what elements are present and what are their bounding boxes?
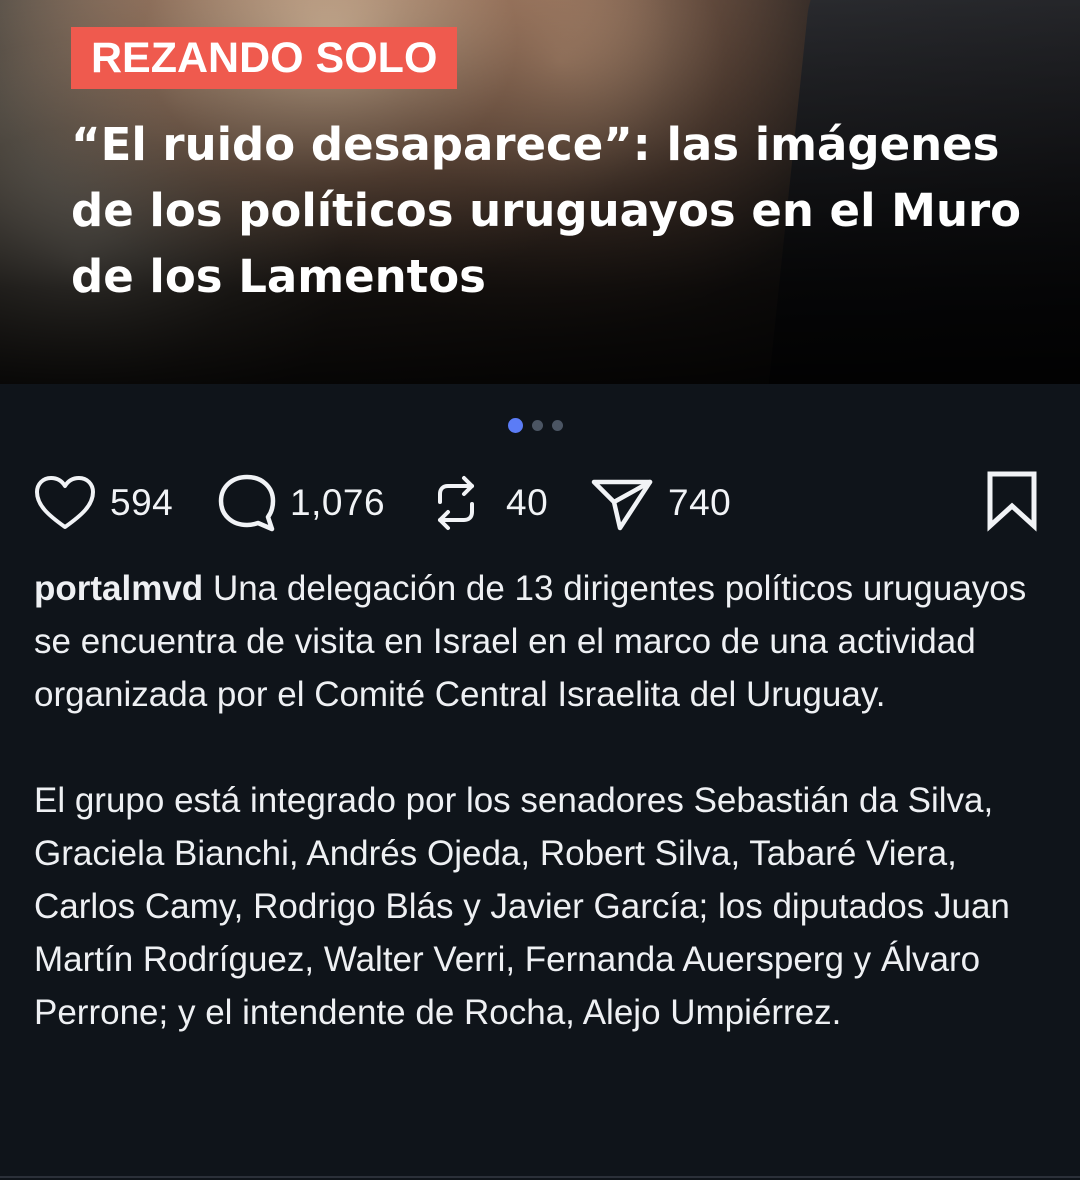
carousel-dot-2[interactable] xyxy=(532,420,543,431)
caption-paragraph-1: portalmvd Una delegación de 13 dirigente… xyxy=(34,562,1054,721)
post-caption: portalmvd Una delegación de 13 dirigente… xyxy=(34,562,1054,1039)
like-count: 594 xyxy=(110,482,174,523)
divider xyxy=(0,1176,1080,1178)
share-count: 740 xyxy=(668,482,732,523)
share-button[interactable]: 740 xyxy=(590,466,731,540)
repost-count: 40 xyxy=(506,482,549,523)
carousel-indicator xyxy=(508,418,563,433)
comment-button[interactable]: 1,076 xyxy=(216,466,385,540)
repost-button[interactable]: 40 xyxy=(430,466,548,540)
comment-icon xyxy=(216,472,278,534)
repost-icon xyxy=(430,472,482,534)
send-icon xyxy=(590,472,654,534)
action-bar: 594 1,076 40 740 xyxy=(34,466,1046,540)
post-image[interactable]: REZANDO SOLO “El ruido desaparece”: las … xyxy=(0,0,1080,384)
post-headline: “El ruido desaparece”: las imágenes de l… xyxy=(71,118,1022,303)
bookmark-icon xyxy=(984,471,1040,536)
heart-icon xyxy=(34,475,96,531)
carousel-dot-3[interactable] xyxy=(552,420,563,431)
bookmark-button[interactable] xyxy=(984,470,1040,537)
caption-paragraph-2: El grupo está integrado por los senadore… xyxy=(34,781,1010,1032)
category-tag: REZANDO SOLO xyxy=(71,27,458,89)
like-button[interactable]: 594 xyxy=(34,466,173,540)
username-link[interactable]: portalmvd xyxy=(34,569,203,608)
comment-count: 1,076 xyxy=(290,482,386,523)
carousel-dot-1[interactable] xyxy=(508,418,523,433)
